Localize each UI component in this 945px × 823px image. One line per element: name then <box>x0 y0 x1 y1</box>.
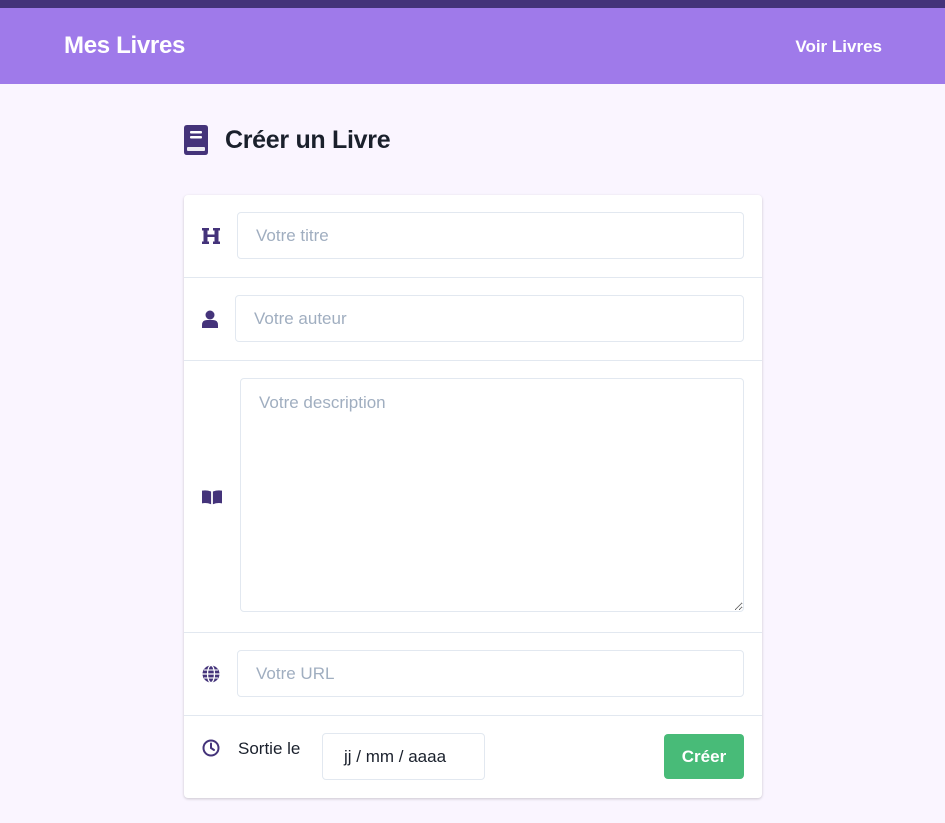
form-row-release: Sortie le jj / mm / aaaa Créer <box>184 716 762 798</box>
user-icon <box>200 309 220 329</box>
form-row-description <box>184 361 762 633</box>
release-date-input[interactable]: jj / mm / aaaa <box>322 733 485 780</box>
open-book-icon <box>202 487 222 507</box>
nav-link-voir-livres[interactable]: Voir Livres <box>795 37 882 57</box>
form-row-url <box>184 633 762 716</box>
date-placeholder: jj / mm / aaaa <box>344 746 447 766</box>
author-input[interactable] <box>235 295 744 342</box>
form-row-author <box>184 278 762 361</box>
url-input[interactable] <box>237 650 744 697</box>
top-accent-strip <box>0 0 945 8</box>
page-title: Créer un Livre <box>225 125 391 154</box>
create-button[interactable]: Créer <box>664 734 744 779</box>
navbar: Mes Livres Voir Livres <box>0 8 945 84</box>
brand-title[interactable]: Mes Livres <box>64 32 185 60</box>
description-textarea[interactable] <box>240 378 744 612</box>
heading-icon <box>201 226 221 246</box>
clock-icon <box>201 738 221 758</box>
title-input[interactable] <box>237 212 744 259</box>
create-book-form: Sortie le jj / mm / aaaa Créer <box>184 195 762 798</box>
book-icon <box>184 125 208 155</box>
globe-icon <box>201 664 221 684</box>
release-date-label: Sortie le <box>238 739 301 758</box>
page-heading: Créer un Livre <box>184 124 391 156</box>
form-row-title <box>184 195 762 278</box>
